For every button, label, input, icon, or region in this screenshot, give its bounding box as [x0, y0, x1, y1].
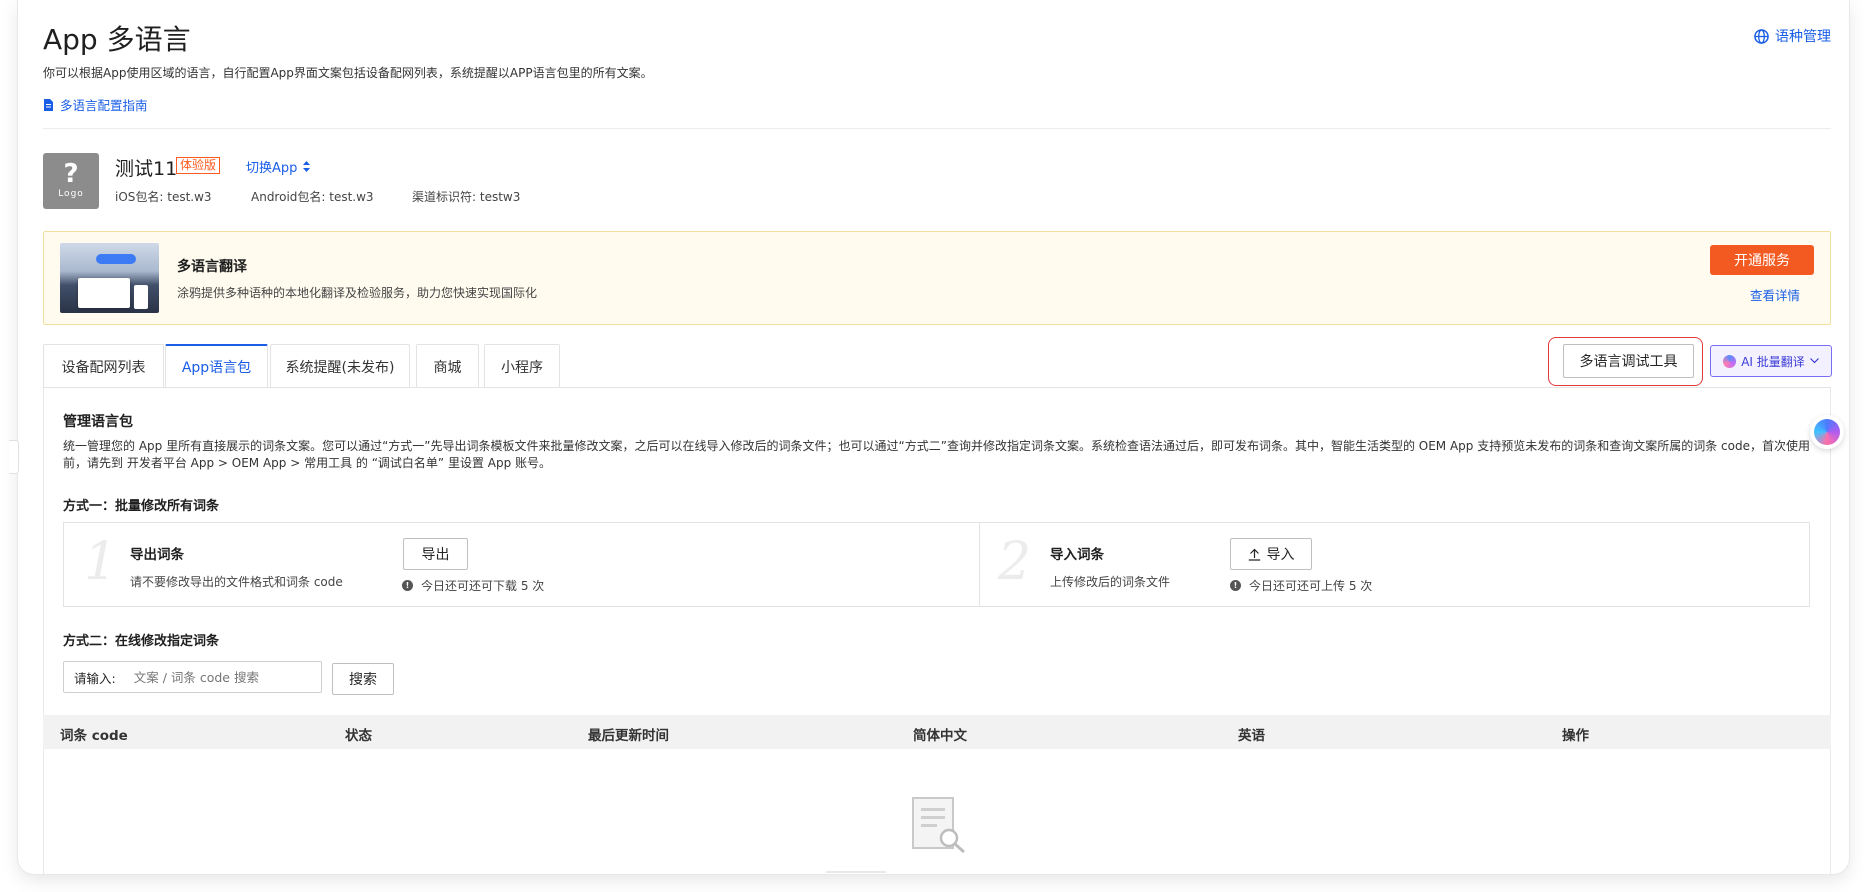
import-hint-text: 今日还可还可上传 5 次 [1249, 579, 1373, 593]
search-label: 请输入: [74, 670, 116, 686]
ios-package-name: iOS包名: test.w3 [115, 190, 212, 204]
ai-batch-translate-label: AI 批量翻译 [1741, 354, 1805, 369]
batch-edit-divider [979, 523, 980, 606]
lang-manage-link[interactable]: 语种管理 [1754, 26, 1831, 46]
import-hint: ! 今日还可还可上传 5 次 [1230, 577, 1372, 594]
divider [43, 128, 1831, 129]
view-detail-link[interactable]: 查看详情 [1750, 285, 1800, 304]
info-icon: ! [1230, 580, 1241, 591]
upload-icon [1248, 548, 1260, 561]
scrollbar[interactable] [826, 871, 886, 873]
android-package-name: Android包名: test.w3 [251, 190, 374, 204]
switch-app-label: 切换App [246, 161, 298, 176]
manage-description: 统一管理您的 App 里所有直接展示的词条文案。您可以通过“方式一”先导出词条模… [63, 439, 1810, 470]
floating-ai-assistant-button[interactable] [1810, 415, 1844, 449]
switch-app-button[interactable]: 切换App [246, 157, 311, 176]
info-icon: ! [402, 580, 413, 591]
multilanguage-debug-tool-button[interactable]: 多语言调试工具 [1563, 344, 1694, 378]
ai-batch-translate-button[interactable]: AI 批量翻译 [1710, 345, 1832, 377]
step-number-2: 2 [998, 532, 1032, 592]
sort-arrows-icon [303, 161, 311, 172]
export-title: 导出词条 [130, 547, 184, 563]
document-icon [44, 98, 53, 111]
logo-text: Logo [58, 189, 84, 199]
export-hint: ! 今日还可还可下载 5 次 [402, 577, 544, 594]
logo-question-mark: ? [63, 159, 79, 189]
ai-sparkle-icon [1723, 354, 1737, 368]
export-hint-text: 今日还可还可下载 5 次 [421, 579, 545, 593]
import-subtitle: 上传修改后的词条文件 [1050, 575, 1171, 589]
beta-badge: 体验版 [176, 157, 221, 174]
search-button[interactable]: 搜索 [332, 663, 394, 695]
import-button[interactable]: 导入 [1230, 538, 1312, 570]
tab-app-language-pack[interactable]: App语言包 [165, 344, 268, 388]
tab-mini-program[interactable]: 小程序 [484, 344, 560, 388]
export-subtitle: 请不要修改导出的文件格式和词条 code [130, 575, 343, 589]
column-header-actions: 操作 [1562, 728, 1589, 744]
side-drawer-handle[interactable] [9, 440, 19, 474]
tab-device-network-list[interactable]: 设备配网列表 [43, 344, 164, 388]
page-title: App 多语言 [43, 23, 191, 56]
tab-system-reminder[interactable]: 系统提醒(未发布) [270, 344, 410, 388]
column-header-chinese: 简体中文 [913, 728, 967, 744]
translation-service-banner: 多语言翻译 涂鸦提供多种语种的本地化翻译及检验服务，助力您快速实现国际化 开通服… [43, 231, 1831, 325]
ai-assistant-icon [1814, 419, 1840, 445]
guide-link[interactable]: 多语言配置指南 [43, 95, 148, 114]
manage-title: 管理语言包 [63, 414, 133, 430]
banner-subtitle: 涂鸦提供多种语种的本地化翻译及检验服务，助力您快速实现国际化 [177, 286, 538, 300]
lang-manage-label: 语种管理 [1775, 29, 1831, 45]
empty-search-icon [912, 797, 965, 854]
import-button-label: 导入 [1266, 547, 1295, 563]
search-input[interactable] [133, 669, 314, 685]
column-header-code: 词条 code [60, 728, 128, 744]
batch-edit-box [63, 522, 1810, 607]
app-logo: ? Logo [43, 153, 99, 209]
app-multilanguage-page: App 多语言 你可以根据App使用区域的语言，自行配置App界面文案包括设备配… [18, 0, 1849, 874]
column-header-english: 英语 [1238, 728, 1265, 744]
app-name: 测试11 [115, 158, 178, 180]
search-field[interactable]: 请输入: [63, 661, 322, 693]
tab-mall[interactable]: 商城 [416, 344, 479, 388]
column-header-status: 状态 [345, 728, 372, 744]
globe-icon [1754, 28, 1769, 44]
page-description: 你可以根据App使用区域的语言，自行配置App界面文案包括设备配网列表，系统提醒… [43, 66, 653, 80]
channel-identifier: 渠道标识符: testw3 [412, 190, 521, 204]
column-header-updated: 最后更新时间 [588, 728, 669, 744]
step-number-1: 1 [84, 532, 118, 592]
import-title: 导入词条 [1050, 547, 1104, 563]
guide-link-label: 多语言配置指南 [60, 98, 148, 113]
banner-image [60, 243, 159, 313]
banner-title: 多语言翻译 [177, 259, 247, 275]
chevron-down-icon [1809, 358, 1819, 364]
open-service-button[interactable]: 开通服务 [1710, 245, 1814, 275]
export-button[interactable]: 导出 [403, 538, 468, 570]
way-two-title: 方式二：在线修改指定词条 [63, 634, 220, 649]
way-one-title: 方式一：批量修改所有词条 [63, 499, 220, 514]
